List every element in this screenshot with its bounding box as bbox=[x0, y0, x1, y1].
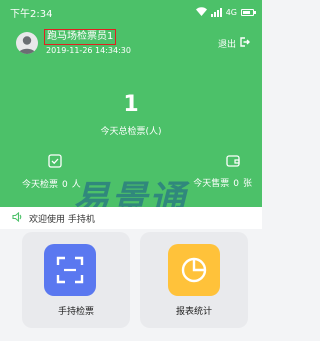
network-type: 4G bbox=[225, 7, 237, 17]
report-stats-label: 报表统计 bbox=[175, 307, 212, 317]
today-sold-stat: 今天售票 0 张 bbox=[193, 154, 252, 189]
wallet-icon bbox=[193, 154, 240, 170]
today-checked-value: 0 bbox=[62, 180, 68, 190]
ticket-check-tile[interactable]: 手持检票 bbox=[22, 232, 130, 328]
report-stats-tile[interactable]: 报表统计 bbox=[140, 232, 248, 328]
today-total-count: 1 bbox=[123, 92, 139, 117]
wifi-icon bbox=[195, 6, 207, 18]
battery-icon bbox=[241, 8, 256, 16]
speaker-icon bbox=[12, 211, 23, 225]
login-datetime: 2019-11-26 14:34:30 bbox=[46, 46, 131, 55]
scan-icon bbox=[44, 244, 96, 296]
status-bar: 下午2:34 4G bbox=[0, 0, 262, 24]
logout-button[interactable]: 退出 bbox=[218, 37, 250, 50]
ticket-check-label: 手持检票 bbox=[57, 307, 94, 317]
header-panel: 下午2:34 4G 跑马场检票员1 2019-11-26 14:34:30 退出 bbox=[0, 0, 262, 207]
signal-icon bbox=[210, 7, 222, 17]
today-total-label: 今天总检票(人) bbox=[100, 127, 162, 137]
notice-bar: 欢迎使用 手持机 bbox=[0, 207, 262, 229]
today-sold-value: 0 bbox=[233, 179, 239, 189]
today-checked-label: 今天检票 bbox=[22, 180, 59, 190]
today-sold-unit: 张 bbox=[242, 179, 252, 189]
notice-text: 欢迎使用 手持机 bbox=[29, 214, 95, 225]
user-avatar-icon bbox=[18, 36, 36, 54]
avatar[interactable] bbox=[16, 32, 38, 54]
today-checked-unit: 人 bbox=[71, 180, 81, 190]
user-name: 跑马场检票员1 bbox=[44, 29, 117, 45]
logout-icon bbox=[240, 37, 250, 50]
today-sold-label: 今天售票 bbox=[193, 179, 230, 189]
today-checked-stat: 今天检票 0 人 bbox=[22, 154, 81, 190]
ticket-check-icon bbox=[22, 154, 81, 171]
status-icons: 4G bbox=[195, 6, 256, 18]
logout-label: 退出 bbox=[217, 40, 236, 50]
status-time: 下午2:34 bbox=[10, 8, 53, 20]
pie-chart-icon bbox=[168, 244, 220, 296]
